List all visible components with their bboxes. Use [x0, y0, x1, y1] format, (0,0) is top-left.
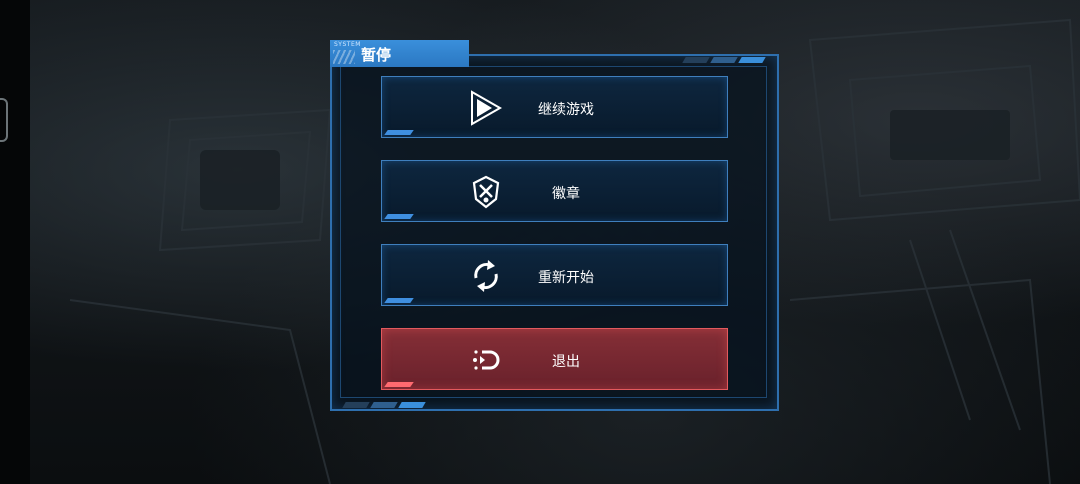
- panel-corner-decoration-top: [680, 57, 766, 63]
- button-corner-mark: [384, 298, 414, 303]
- button-corner-mark: [384, 130, 414, 135]
- screen-edge: [0, 0, 30, 484]
- restart-label: 重新开始: [538, 270, 594, 286]
- system-label: SYSTEM: [334, 41, 361, 48]
- continue-game-label: 继续游戏: [538, 102, 594, 118]
- panel-corner-decoration-bottom: [340, 402, 430, 408]
- exit-button[interactable]: 退出: [381, 328, 728, 390]
- side-drawer-handle[interactable]: [0, 98, 8, 142]
- restart-icon: [474, 260, 498, 292]
- badge-label: 徽章: [552, 186, 580, 202]
- badge-icon: [472, 175, 500, 209]
- exit-label: 退出: [552, 354, 580, 370]
- button-corner-mark: [384, 214, 414, 219]
- badge-button[interactable]: 徽章: [381, 160, 728, 222]
- continue-game-button[interactable]: 继续游戏: [381, 76, 728, 138]
- play-icon: [471, 90, 503, 126]
- exit-icon: [473, 350, 500, 370]
- pause-title: 暂停: [361, 46, 392, 64]
- button-corner-mark: [384, 382, 414, 387]
- restart-button[interactable]: 重新开始: [381, 244, 728, 306]
- title-stripes-decoration: [333, 50, 355, 64]
- game-background: SYSTEM 暂停 继续游戏 徽章 重新开始 退出: [0, 0, 1080, 484]
